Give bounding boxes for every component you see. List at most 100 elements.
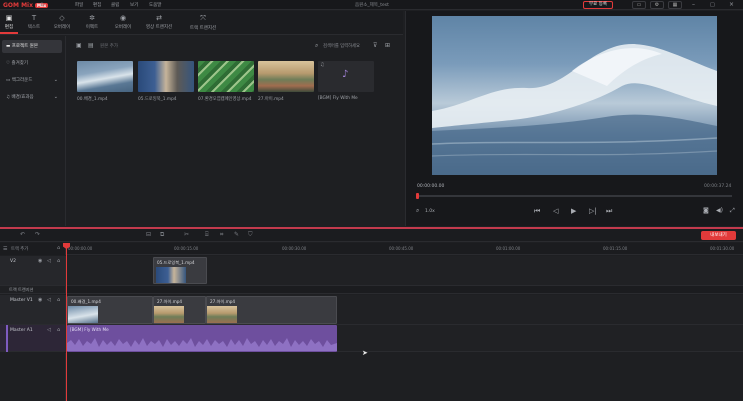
sidebar-item-background[interactable]: ▭ 백그라운드 ⌄ [2, 74, 62, 87]
track-name: 트랙 트랜지션 [9, 287, 34, 292]
home-icon[interactable]: ⌂ [40, 1, 44, 8]
menu-view[interactable]: 보기 [130, 2, 138, 8]
marker-icon[interactable]: ⛉ [248, 231, 253, 239]
track-header-empty [0, 353, 66, 401]
cut-icon[interactable]: ✂ [184, 231, 189, 238]
pen-icon[interactable]: ✎ [234, 231, 239, 238]
mute-icon[interactable]: ◁ [47, 327, 51, 333]
redo-icon[interactable]: ↷ [35, 231, 40, 238]
delete-icon[interactable]: ▤ [88, 42, 94, 49]
track-name: Master V1 [10, 298, 33, 303]
filter-funnel-icon[interactable]: ⊽ [373, 42, 377, 49]
track-header-v2[interactable]: V2 ◉ ◁ ⌂ [0, 256, 66, 286]
track-color-strip [6, 325, 8, 352]
timeline-clip[interactable]: 05.드로잉북_1.mp4 [153, 257, 207, 284]
tab-video-transition[interactable]: ⇄ 영상 트랜지션 [141, 11, 177, 34]
add-media-icon[interactable]: ▣ [76, 42, 82, 49]
timeline-playhead[interactable] [66, 243, 67, 401]
zoom-level[interactable]: 1.0x [425, 209, 435, 214]
go-start-icon[interactable]: ⏮ [534, 207, 540, 216]
grid-view-icon[interactable]: ⊞ [385, 42, 390, 49]
play-icon[interactable]: ▶ [571, 207, 576, 215]
mute-icon[interactable]: ◁ [47, 258, 51, 264]
project-title: 음원소_제목_test [355, 3, 389, 8]
fullscreen-icon[interactable]: ⤢ [730, 207, 735, 215]
current-time: 00:00:00.00 [417, 184, 445, 189]
undo-icon[interactable]: ↶ [20, 231, 25, 238]
upgrade-button[interactable]: 무료 등록 [583, 1, 613, 9]
sidebar-item-project-source[interactable]: ▬ 프로젝트 원본 [2, 40, 62, 53]
volume-icon[interactable]: ◀) [716, 207, 723, 214]
media-thumb[interactable] [138, 61, 194, 92]
media-label: 00.배경_1.mp4 [77, 97, 108, 102]
eye-icon[interactable]: ◉ [38, 258, 42, 264]
search-icon[interactable]: ⌕ [315, 42, 318, 50]
close-icon[interactable]: × [729, 1, 734, 8]
lock-icon[interactable]: ⌂ [57, 245, 60, 251]
snapshot-icon[interactable]: ◙ [703, 207, 709, 214]
track-header-master-a1[interactable]: Master A1 ◁ ⌂ [0, 325, 66, 352]
split-icon[interactable]: ⌸ [205, 231, 209, 239]
add-source-label[interactable]: 원본 추가 [100, 43, 118, 49]
track-header-transition[interactable]: 트랙 트랜지션 [0, 286, 66, 294]
media-thumb[interactable] [77, 61, 133, 92]
menu-file[interactable]: 파일 [75, 2, 83, 8]
timeline-clip[interactable]: 00.배경_1.mp4 [67, 296, 153, 324]
track-row-transition[interactable] [67, 286, 743, 294]
waveform [67, 338, 337, 351]
next-frame-icon[interactable]: ▷| [589, 207, 597, 215]
clip-thumb [207, 306, 237, 323]
settings-icon[interactable]: ⚙ [650, 1, 664, 9]
transition-icon: ⇄ [156, 14, 162, 22]
timeline-clip[interactable]: 27.아이.mp4 [153, 296, 206, 324]
copy-icon[interactable]: ⧉ [160, 231, 164, 239]
track-header-master-v1[interactable]: Master V1 ◉ ◁ ⌂ [0, 295, 66, 325]
media-thumb[interactable] [258, 61, 314, 92]
tab-filter[interactable]: ◉ 오버레이 [110, 11, 136, 34]
prev-frame-icon[interactable]: ◁ [553, 207, 558, 215]
media-label: 07.환경오염캠페인영상.mp4 [198, 97, 252, 102]
text-icon: T [31, 14, 37, 22]
timeline-clip[interactable]: 27.아이.mp4 [206, 296, 337, 324]
menu-clip[interactable]: 클립 [111, 2, 119, 8]
tab-edit[interactable]: ▣ 편집 [0, 11, 18, 34]
tab-effect[interactable]: ✲ 이펙트 [80, 11, 104, 34]
zoom-icon[interactable]: ⌕ [416, 207, 419, 215]
add-track-label[interactable]: 트랙 추가 [11, 246, 28, 252]
tab-track-transition[interactable]: ⤧ 트랙 트랜지션 [184, 11, 222, 34]
sidebar-item-favorites[interactable]: ♡ 즐겨찾기 [2, 57, 62, 70]
overlay-icon: ◇ [59, 14, 65, 22]
wave-image [432, 16, 717, 175]
maximize-icon[interactable]: □ [710, 2, 715, 8]
add-track-icon[interactable]: ⊟ [146, 231, 151, 238]
menu-edit[interactable]: 편집 [93, 2, 101, 8]
chevron-down-icon: ⌄ [53, 77, 58, 83]
go-end-icon[interactable]: ⏭ [606, 207, 612, 216]
video-preview[interactable] [432, 16, 717, 175]
layout-icon[interactable]: ▦ [668, 1, 682, 9]
search-input[interactable]: 검색어를 입력하세요 [323, 43, 360, 49]
eye-icon[interactable]: ◉ [38, 297, 42, 303]
menu-help[interactable]: 도움말 [149, 2, 161, 8]
clip-thumb [68, 306, 98, 323]
preview-scrubber[interactable] [417, 195, 732, 197]
tab-overlay[interactable]: ◇ 오버레이 [50, 11, 74, 34]
screen-icon[interactable]: ▭ [632, 1, 646, 9]
minimize-icon[interactable]: – [692, 1, 695, 8]
audio-clip[interactable]: [BGM] Fly With Me [67, 325, 337, 352]
export-button[interactable]: 내보내기 [701, 231, 736, 240]
ruler-label: 00:01:15.00 [603, 246, 628, 251]
media-thumb[interactable]: ♪ ♫ [318, 61, 374, 92]
sidebar-item-audio[interactable]: ♫ 배경/효과음 ⌄ [2, 91, 62, 104]
mute-icon[interactable]: ◁ [47, 297, 51, 303]
crop-icon[interactable]: ⌗ [220, 231, 223, 239]
media-label: 05.드로잉북_1.mp4 [138, 97, 177, 102]
scrubber-handle[interactable] [416, 193, 419, 199]
media-thumb[interactable] [198, 61, 254, 92]
lock-icon[interactable]: ⌂ [57, 297, 60, 303]
mouse-cursor-icon: ➤ [362, 349, 368, 357]
tab-text[interactable]: T 텍스트 [22, 11, 46, 34]
list-icon[interactable]: ☰ [3, 246, 7, 252]
lock-icon[interactable]: ⌂ [57, 258, 60, 264]
lock-icon[interactable]: ⌂ [57, 327, 60, 333]
